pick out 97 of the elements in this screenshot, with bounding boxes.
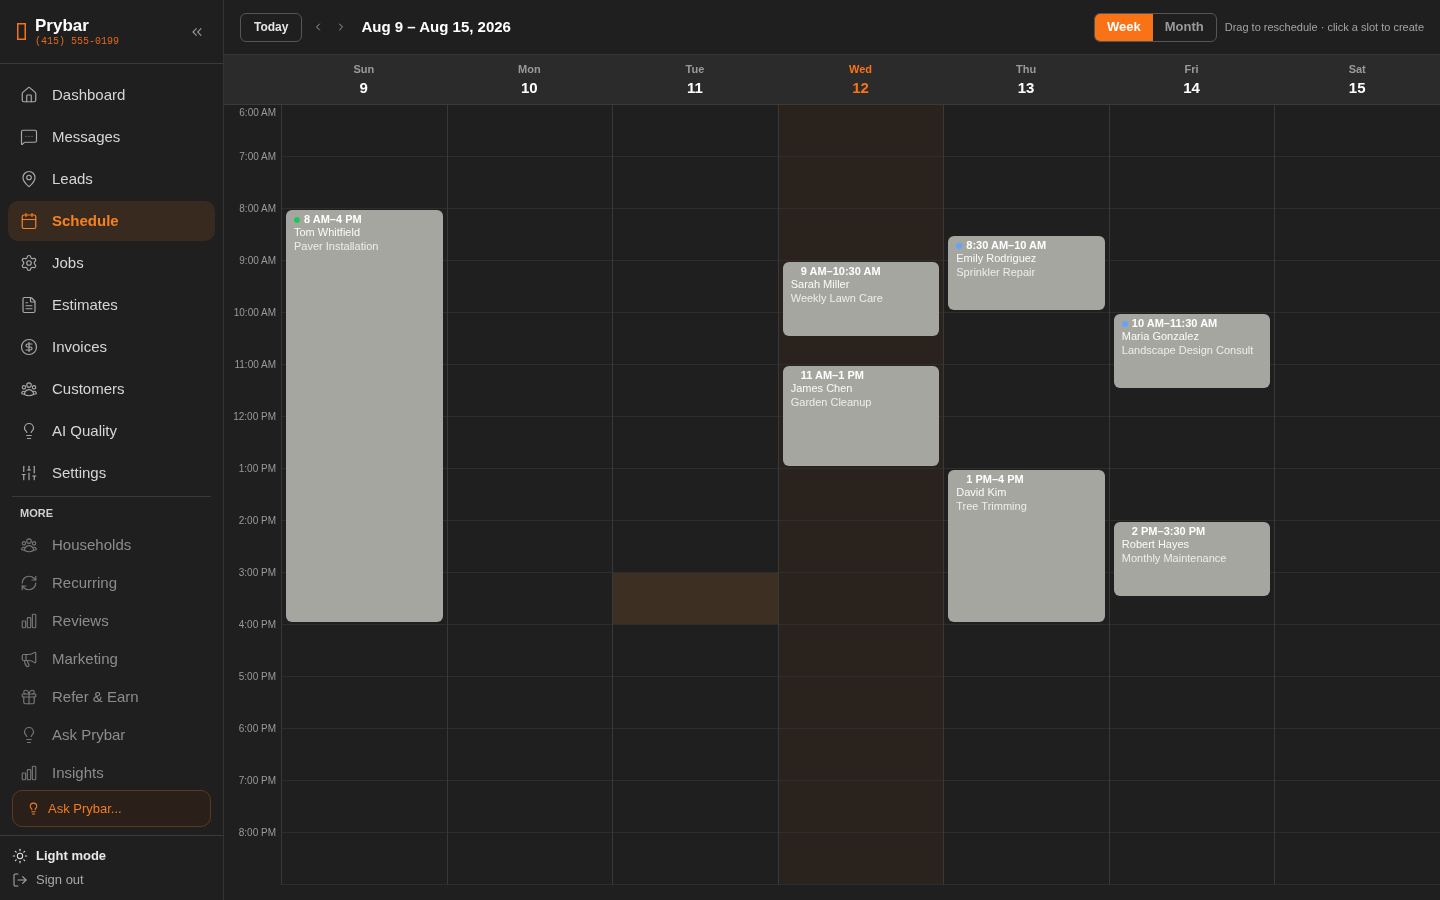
hour-label: 10:00 AM — [233, 307, 277, 319]
view-tab[interactable]: Week — [1094, 13, 1153, 41]
sun-icon — [12, 848, 28, 864]
sidebar-item[interactable]: Ask Prybar — [8, 718, 215, 752]
day-name: Mon — [518, 62, 541, 76]
hour-label: 5:00 PM — [238, 671, 277, 683]
day-name: Thu — [1015, 62, 1037, 76]
customer-name: James Chen — [790, 382, 854, 395]
hour-label: 9:00 AM — [239, 255, 277, 267]
hour-label: 12:00 PM — [233, 411, 277, 423]
day-date: 13 — [1017, 78, 1035, 97]
chat-bubble-icon — [20, 128, 38, 146]
hint-text: Drag to reschedule · click a slot to create — [1224, 19, 1424, 35]
hour-label: 6:00 AM — [239, 107, 277, 119]
sidebar-item[interactable]: AI Quality — [8, 411, 215, 451]
event-time: 8 AM–4 PM — [304, 213, 362, 226]
customer-name: Tom Whitfield — [294, 226, 362, 239]
logout-icon — [12, 872, 28, 888]
day-date: 15 — [1348, 78, 1366, 97]
view-tab[interactable]: Month — [1152, 13, 1216, 41]
phone-number: (415) 555-0199 — [35, 35, 119, 48]
today-button[interactable]: Today — [240, 12, 303, 42]
customer-name: Robert Hayes — [1121, 538, 1191, 551]
service-name: Paver Installation — [294, 239, 380, 253]
hour-label: 8:00 PM — [238, 827, 277, 839]
sidebar-item[interactable]: Recurring — [8, 566, 215, 600]
sidebar-item[interactable]: Refer & Earn — [8, 680, 215, 714]
customer-name: Maria Gonzalez — [1121, 330, 1200, 343]
hour-label: 3:00 PM — [238, 567, 277, 579]
day-name: Wed — [848, 62, 872, 76]
day-date: 12 — [852, 78, 869, 97]
lightbulb-icon — [27, 802, 40, 815]
event-time: 10 AM–11:30 AM — [1131, 317, 1218, 330]
sidebar-item[interactable]: Insights — [8, 756, 215, 790]
house-icon — [20, 86, 38, 104]
brand-name: Prybar — [35, 15, 90, 36]
day-date: 14 — [1183, 78, 1200, 97]
hour-label: 2:00 PM — [238, 515, 277, 527]
sidebar-item[interactable]: Leads — [8, 159, 215, 199]
gear-icon — [20, 254, 38, 272]
service-name: Garden Cleanup — [790, 395, 873, 409]
gift-icon — [20, 688, 38, 706]
sidebar-item[interactable]: Reviews — [8, 604, 215, 638]
day-name: Sun — [353, 62, 375, 76]
sidebar-item[interactable]: Invoices — [8, 327, 215, 367]
refresh-icon — [20, 574, 38, 592]
service-name: Monthly Maintenance — [1121, 551, 1228, 565]
section-heading: MORE — [19, 506, 54, 521]
hour-label: 7:00 AM — [239, 151, 277, 163]
sidebar-item[interactable]: Dashboard — [8, 75, 215, 115]
bar-chart-icon — [20, 612, 38, 630]
dollar-icon — [20, 338, 38, 356]
hour-label: 8:00 AM — [239, 203, 277, 215]
event-time: 1 PM–4 PM — [966, 473, 1024, 486]
calendar-icon — [20, 212, 38, 230]
rectangle-logo-icon — [17, 23, 26, 40]
map-pin-icon — [20, 170, 38, 188]
hour-label: 6:00 PM — [238, 723, 277, 735]
hour-label: 1:00 PM — [238, 463, 277, 475]
sidebar-item[interactable]: Jobs — [8, 243, 215, 283]
day-date: 9 — [359, 78, 368, 97]
day-name: Sat — [1348, 62, 1366, 76]
sidebar-item[interactable]: Marketing — [8, 642, 215, 676]
service-name: Sprinkler Repair — [956, 265, 1037, 279]
service-name: Weekly Lawn Care — [790, 291, 884, 305]
day-date: 11 — [687, 78, 703, 97]
sidebar-item[interactable]: Messages — [8, 117, 215, 157]
day-date: 10 — [521, 78, 538, 97]
bar-chart-icon — [20, 764, 38, 782]
people-icon — [20, 380, 38, 398]
people-icon — [20, 536, 38, 554]
sign-out-link[interactable]: Sign out — [12, 870, 211, 890]
hour-label: 7:00 PM — [238, 775, 277, 787]
megaphone-icon — [20, 650, 38, 668]
service-name: Tree Trimming — [956, 499, 1028, 513]
day-name: Tue — [685, 62, 705, 76]
date-range-title: Aug 9 – Aug 15, 2026 — [361, 16, 511, 37]
customer-name: Emily Rodriguez — [956, 252, 1038, 265]
event-time: 9 AM–10:30 AM — [800, 265, 881, 278]
day-name: Fri — [1184, 62, 1199, 76]
customer-name: David Kim — [956, 486, 1008, 499]
sidebar-item[interactable]: Settings — [8, 453, 215, 493]
sidebar-item[interactable]: Customers — [8, 369, 215, 409]
sidebar-item[interactable]: Schedule — [8, 201, 215, 241]
document-icon — [20, 296, 38, 314]
hour-label: 4:00 PM — [238, 619, 277, 631]
theme-toggle[interactable]: Light mode — [12, 846, 211, 866]
event-time: 2 PM–3:30 PM — [1131, 525, 1206, 538]
event-time: 8:30 AM–10 AM — [966, 239, 1047, 252]
sidebar-item[interactable]: Households — [8, 528, 215, 562]
customer-name: Sarah Miller — [790, 278, 851, 291]
ask-prybar-button[interactable]: Ask Prybar... — [12, 790, 211, 827]
sidebar-item[interactable]: Estimates — [8, 285, 215, 325]
event-time: 11 AM–1 PM — [800, 369, 864, 382]
sliders-icon — [20, 464, 38, 482]
hour-label: 11:00 AM — [234, 359, 277, 371]
service-name: Landscape Design Consult — [1121, 343, 1255, 357]
